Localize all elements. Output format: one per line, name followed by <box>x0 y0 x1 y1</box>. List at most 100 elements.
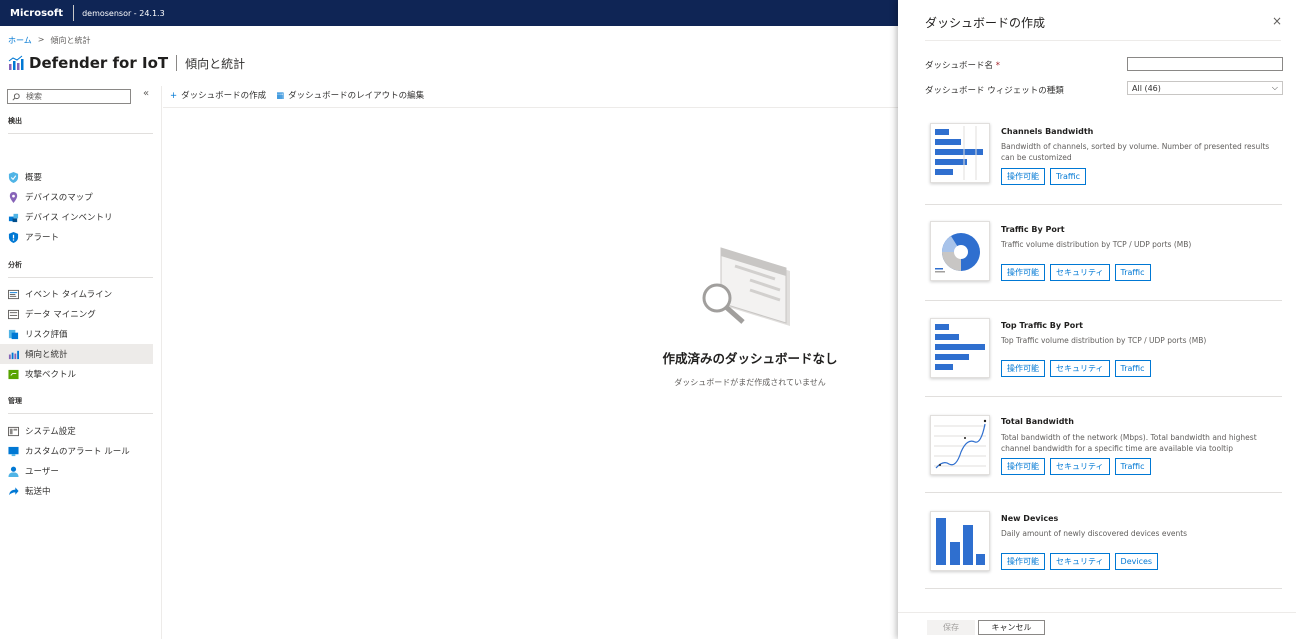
edit-layout-button[interactable]: ▦ ダッシュボードのレイアウトの編集 <box>276 89 424 101</box>
sidebar-item-attack-vector[interactable]: 攻撃ベクトル <box>0 364 153 384</box>
sidebar-item-custom-alert-rules[interactable]: カスタムのアラート ルール <box>0 441 153 461</box>
sidebar-item-label: イベント タイムライン <box>25 290 113 300</box>
tag-traffic[interactable]: Traffic <box>1114 264 1151 281</box>
user-icon <box>8 466 19 477</box>
tag-security[interactable]: セキュリティ <box>1050 264 1110 281</box>
command-bar-divider <box>163 107 898 108</box>
panel-title: ダッシュボードの作成 <box>925 16 1046 30</box>
sidebar-item-alerts[interactable]: アラート <box>0 227 153 247</box>
breadcrumb: ホーム > 傾向と統計 <box>8 35 90 46</box>
widget-name: New Devices <box>1001 514 1059 523</box>
sensor-name: demosensor - 24.1.3 <box>82 8 165 18</box>
sidebar-item-label: リスク評価 <box>25 330 68 340</box>
tag-security[interactable]: セキュリティ <box>1050 360 1110 377</box>
widget-tags: 操作可能 セキュリティ Traffic <box>1001 458 1151 475</box>
widget-name: Total Bandwidth <box>1001 417 1074 426</box>
section-heading-analyze: 分析 <box>8 261 22 269</box>
panel-footer-divider <box>898 612 1296 613</box>
sidebar-item-label: 転送中 <box>25 487 51 497</box>
page-header: Defender for IoT 傾向と統計 <box>8 54 245 72</box>
widget-description: Top Traffic volume distribution by TCP /… <box>1001 336 1207 345</box>
widget-description: Bandwidth of channels, sorted by volume.… <box>1001 142 1270 162</box>
search-input[interactable]: 検索 <box>7 89 131 104</box>
empty-state-heading: 作成済みのダッシュボードなし <box>662 351 838 366</box>
sidebar-item-label: デバイスのマップ <box>25 193 93 203</box>
panel-divider <box>925 40 1281 41</box>
widget-tags: 操作可能 Traffic <box>1001 168 1087 185</box>
section-divider <box>8 277 153 278</box>
tag-traffic[interactable]: Traffic <box>1114 360 1151 377</box>
section-heading-manage: 管理 <box>8 397 22 405</box>
plus-icon: + <box>170 91 178 101</box>
dashboard-name-input[interactable] <box>1127 57 1283 71</box>
sidebar-item-device-inventory[interactable]: デバイス インベントリ <box>0 207 153 227</box>
tag-operational[interactable]: 操作可能 <box>1001 264 1045 281</box>
sidebar-item-label: デバイス インベントリ <box>25 213 113 223</box>
close-icon[interactable]: × <box>1272 14 1282 28</box>
sidebar-item-label: システム設定 <box>25 427 76 437</box>
collapse-sidebar-button[interactable]: « <box>143 88 149 99</box>
sidebar-item-system-settings[interactable]: システム設定 <box>0 421 153 441</box>
create-dashboard-panel: ダッシュボードの作成 × ダッシュボード名 * ダッシュボード ウィジェットの種… <box>898 0 1296 639</box>
required-mark: * <box>995 61 1000 71</box>
widget-name: Top Traffic By Port <box>1001 321 1083 330</box>
tag-devices[interactable]: Devices <box>1114 553 1159 570</box>
main-area: ホーム > 傾向と統計 Defender for IoT 傾向と統計 検索 « … <box>0 26 898 639</box>
chevron-down-icon: ⌵ <box>1271 83 1278 92</box>
bar-chart-thumbnail <box>930 123 990 183</box>
widget-card-new-devices[interactable]: New Devices Daily amount of newly discov… <box>925 493 1282 589</box>
sidebar-item-event-timeline[interactable]: イベント タイムライン <box>0 284 153 304</box>
widget-name: Channels Bandwidth <box>1001 127 1094 136</box>
section-heading-detect: 検出 <box>8 117 22 125</box>
sidebar: 検索 « 検出 概要 デバイスのマップ デバイス インベントリ アラート 分析 … <box>0 86 162 639</box>
cubes-icon <box>8 213 19 222</box>
sidebar-item-risk-assessment[interactable]: リスク評価 <box>0 324 153 344</box>
sidebar-item-users[interactable]: ユーザー <box>0 461 153 481</box>
column-chart-icon <box>936 518 985 565</box>
page-title: Defender for IoT <box>29 54 169 72</box>
dashboard-name-label: ダッシュボード名 * <box>925 59 1000 71</box>
horizontal-bar-chart-icon <box>935 126 983 180</box>
tag-operational[interactable]: 操作可能 <box>1001 458 1045 475</box>
widget-tags: 操作可能 セキュリティ Devices <box>1001 553 1159 570</box>
sidebar-item-overview[interactable]: 概要 <box>0 167 153 187</box>
tag-operational[interactable]: 操作可能 <box>1001 360 1045 377</box>
cancel-button[interactable]: キャンセル <box>978 620 1045 635</box>
tag-operational[interactable]: 操作可能 <box>1001 168 1045 185</box>
widget-card-total-bandwidth[interactable]: Total Bandwidth Total bandwidth of the n… <box>925 397 1282 493</box>
breadcrumb-separator: > <box>37 35 45 44</box>
trends-icon <box>8 55 24 70</box>
trends-icon <box>8 350 19 359</box>
tag-traffic[interactable]: Traffic <box>1114 458 1151 475</box>
tag-operational[interactable]: 操作可能 <box>1001 553 1045 570</box>
tag-security[interactable]: セキュリティ <box>1050 553 1110 570</box>
attack-vector-icon <box>8 369 19 379</box>
widget-card-top-traffic-by-port[interactable]: Top Traffic By Port Top Traffic volume d… <box>925 301 1282 397</box>
timeline-icon <box>8 289 19 299</box>
widget-card-channels-bandwidth[interactable]: Channels Bandwidth Bandwidth of channels… <box>925 109 1282 205</box>
save-button[interactable]: 保存 <box>927 620 975 635</box>
widget-card-traffic-by-port[interactable]: Traffic By Port Traffic volume distribut… <box>925 205 1282 301</box>
sidebar-item-label: 攻撃ベクトル <box>25 370 77 380</box>
widget-description: Daily amount of newly discovered devices… <box>1001 529 1188 538</box>
create-dashboard-button[interactable]: + ダッシュボードの作成 <box>170 89 266 101</box>
forward-icon <box>8 486 19 495</box>
dashboard-name-label-text: ダッシュボード名 <box>925 61 994 71</box>
widget-description: Total bandwidth of the network (Mbps). T… <box>1001 433 1257 453</box>
command-bar: + ダッシュボードの作成 ▦ ダッシュボードのレイアウトの編集 <box>170 89 424 101</box>
microsoft-brand[interactable]: Microsoft <box>0 8 73 19</box>
alert-shield-icon <box>8 231 19 243</box>
donut-chart-icon <box>935 233 980 273</box>
widget-tags: 操作可能 セキュリティ Traffic <box>1001 264 1151 281</box>
tag-traffic[interactable]: Traffic <box>1050 168 1087 185</box>
data-mining-icon <box>8 309 19 319</box>
sidebar-item-trends[interactable]: 傾向と統計 <box>0 344 153 364</box>
tag-security[interactable]: セキュリティ <box>1050 458 1110 475</box>
sidebar-item-device-map[interactable]: デバイスのマップ <box>0 187 153 207</box>
sidebar-item-label: ユーザー <box>25 467 59 477</box>
sidebar-item-forwarding[interactable]: 転送中 <box>0 481 153 501</box>
empty-state-message: ダッシュボードがまだ作成されていません <box>674 378 826 387</box>
widget-type-dropdown[interactable]: All (46) ⌵ <box>1127 81 1283 95</box>
sidebar-item-data-mining[interactable]: データ マイニング <box>0 304 153 324</box>
breadcrumb-home[interactable]: ホーム <box>8 35 32 46</box>
